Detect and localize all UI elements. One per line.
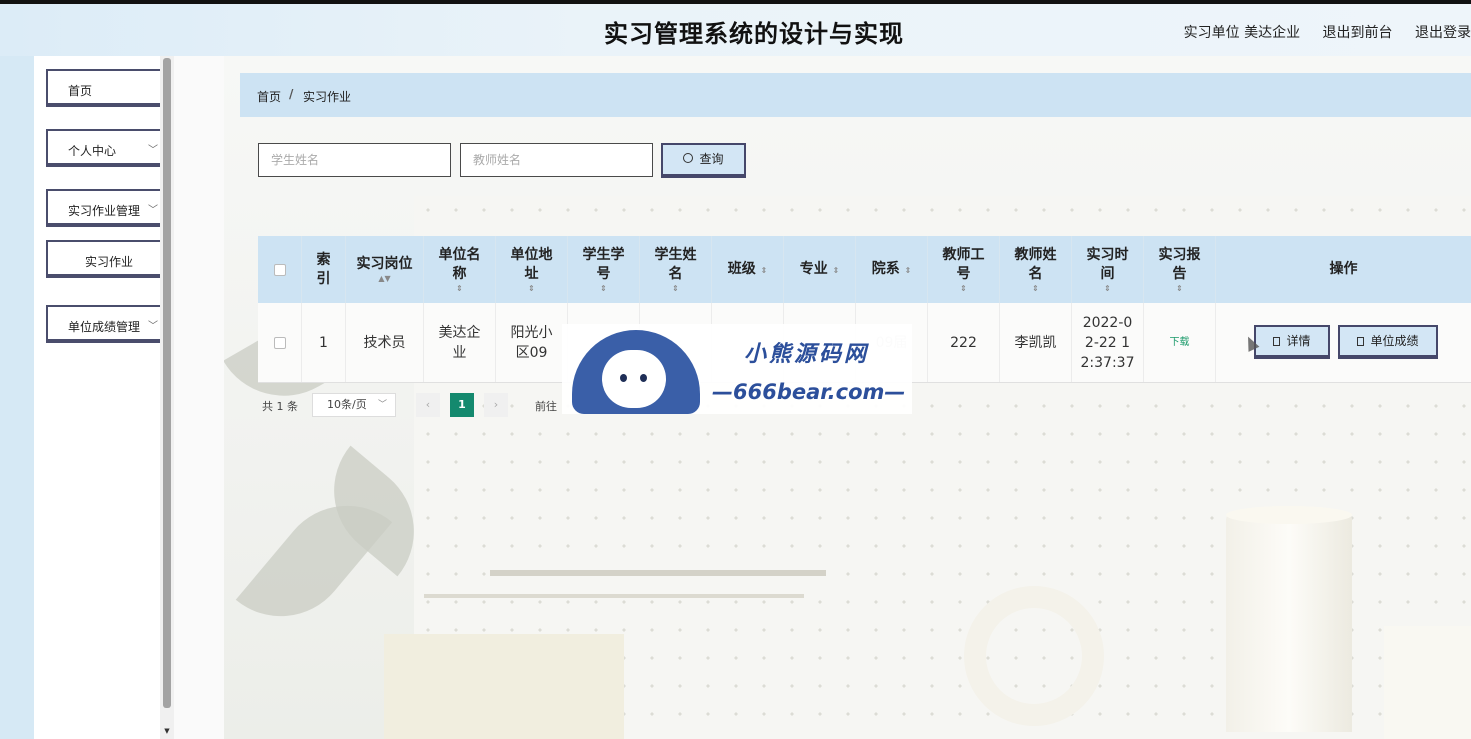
prev-page-button[interactable]: ‹ — [416, 393, 440, 417]
header-report[interactable]: 实习报 告 ⇕ — [1144, 236, 1216, 303]
cell-address: 阳光小 区09 — [496, 303, 568, 382]
sort-icon: ⇕ — [1104, 283, 1111, 293]
header-department[interactable]: 院系 ⇕ — [856, 236, 928, 303]
sort-icon: ⇕ — [832, 265, 840, 275]
header-major[interactable]: 专业 ⇕ — [784, 236, 856, 303]
scroll-down-arrow-icon[interactable]: ▼ — [161, 727, 173, 735]
header-teacher-no[interactable]: 教师工 号 ⇕ — [928, 236, 1000, 303]
unit-score-button[interactable]: 单位成绩 — [1338, 325, 1438, 359]
sort-icon: ⇕ — [600, 283, 607, 293]
shelf-decoration — [424, 594, 804, 598]
cylinder-decoration — [1226, 512, 1352, 732]
breadcrumb-separator: / — [289, 87, 294, 101]
header-index[interactable]: 索 引 — [302, 236, 346, 303]
left-decor-strip — [0, 56, 34, 739]
watermark: 小熊源码网 —666bear.com— — [562, 324, 912, 414]
sort-icon: ⇕ — [760, 265, 768, 275]
document-icon — [1357, 336, 1365, 346]
cell-company: 美达企 业 — [424, 303, 496, 382]
sort-icon: ⇕ — [904, 265, 912, 275]
cell-report: 下载 — [1144, 303, 1216, 382]
breadcrumb-current: 实习作业 — [303, 90, 352, 104]
sort-icon: ⇕ — [456, 283, 463, 293]
logout-link[interactable]: 退出登录 — [1415, 25, 1471, 41]
sidebar-item-home[interactable]: 首页 — [46, 69, 172, 107]
detail-button[interactable]: 详情 — [1254, 325, 1330, 359]
current-unit: 实习单位 美达企业 — [1183, 25, 1301, 41]
select-all-cell — [258, 236, 302, 303]
content-gutter — [174, 56, 224, 739]
page-size-select[interactable]: 10条/页 ﹀ — [312, 393, 396, 417]
watermark-url: —666bear.com— — [712, 380, 906, 404]
breadcrumb-home[interactable]: 首页 — [257, 88, 281, 105]
page-number[interactable]: 1 — [450, 393, 474, 417]
back-to-front-link[interactable]: 退出到前台 — [1323, 25, 1393, 41]
cell-index: 1 — [302, 303, 346, 382]
sidebar-item-homework[interactable]: 实习作业 — [46, 240, 172, 278]
pagination-goto: 前往 — [535, 400, 557, 413]
sidebar-scrollbar-thumb[interactable] — [163, 58, 171, 708]
next-page-button[interactable]: › — [484, 393, 508, 417]
ring-decoration — [964, 586, 1104, 726]
cell-teacher-no: 222 — [928, 303, 1000, 382]
search-icon — [683, 153, 694, 163]
breadcrumb: 首页 / 实习作业 — [240, 73, 1471, 117]
bear-logo-icon — [572, 330, 700, 414]
header-address[interactable]: 单位地 址 ⇕ — [496, 236, 568, 303]
header: 实习管理系统的设计与实现 实习单位 美达企业 退出到前台 退出登录 — [0, 4, 1471, 56]
download-link[interactable]: 下载 — [1170, 333, 1190, 353]
table-header: 索 引 实习岗位 ▲▼ 单位名 称 ⇕ 单位地 址 ⇕ 学生学 号 ⇕ 学生姓 名 ⇕ 班… — [258, 236, 1471, 303]
sort-icon: ⇕ — [960, 283, 967, 293]
student-name-input[interactable] — [258, 143, 451, 177]
header-company[interactable]: 单位名 称 ⇕ — [424, 236, 496, 303]
teacher-name-input[interactable] — [460, 143, 653, 177]
cell-time: 2022-0 2-22 1 2:37:37 — [1072, 303, 1144, 382]
sort-icon: ▲▼ — [378, 274, 391, 283]
cell-position: 技术员 — [346, 303, 424, 382]
header-time[interactable]: 实习时 间 ⇕ — [1072, 236, 1144, 303]
chevron-down-icon: ﹀ — [148, 145, 158, 156]
header-actions: 实习单位 美达企业 退出到前台 退出登录 — [1166, 22, 1471, 42]
cell-teacher-name: 李凯凯 — [1000, 303, 1072, 382]
row-checkbox-cell — [258, 303, 302, 382]
sidebar-item-homework-management[interactable]: 实习作业管理 ﹀ — [46, 189, 172, 227]
watermark-text: 小熊源码网 — [744, 342, 870, 367]
header-class[interactable]: 班级 ⇕ — [712, 236, 784, 303]
header-position[interactable]: 实习岗位 ▲▼ — [346, 236, 424, 303]
query-button[interactable]: 查询 — [661, 143, 746, 178]
chevron-down-icon: ﹀ — [377, 400, 387, 410]
sort-icon: ⇕ — [1032, 283, 1039, 293]
sort-icon: ⇕ — [672, 283, 679, 293]
shelf-decoration — [490, 570, 826, 576]
sidebar-item-score-management[interactable]: 单位成绩管理 ﹀ — [46, 305, 172, 343]
chevron-down-icon: ﹀ — [148, 205, 158, 216]
pagination-total: 共 1 条 — [262, 400, 298, 413]
sort-icon: ⇕ — [528, 283, 535, 293]
header-operation: 操作 — [1329, 261, 1358, 277]
sort-icon: ⇕ — [1176, 283, 1183, 293]
cylinder-decoration — [1226, 506, 1352, 524]
box-decoration — [384, 634, 624, 739]
header-student-name[interactable]: 学生姓 名 ⇕ — [640, 236, 712, 303]
header-student-no[interactable]: 学生学 号 ⇕ — [568, 236, 640, 303]
sidebar-item-personal-center[interactable]: 个人中心 ﹀ — [46, 129, 172, 167]
sidebar: 首页 个人中心 ﹀ 实习作业管理 ﹀ 实习作业 单位成绩管理 ﹀ — [34, 56, 172, 739]
document-icon — [1273, 336, 1281, 346]
select-all-checkbox[interactable] — [273, 263, 286, 276]
block-decoration — [1384, 626, 1471, 739]
row-checkbox[interactable] — [273, 336, 286, 349]
chevron-down-icon: ﹀ — [148, 321, 158, 332]
header-teacher-name[interactable]: 教师姓 名 ⇕ — [1000, 236, 1072, 303]
